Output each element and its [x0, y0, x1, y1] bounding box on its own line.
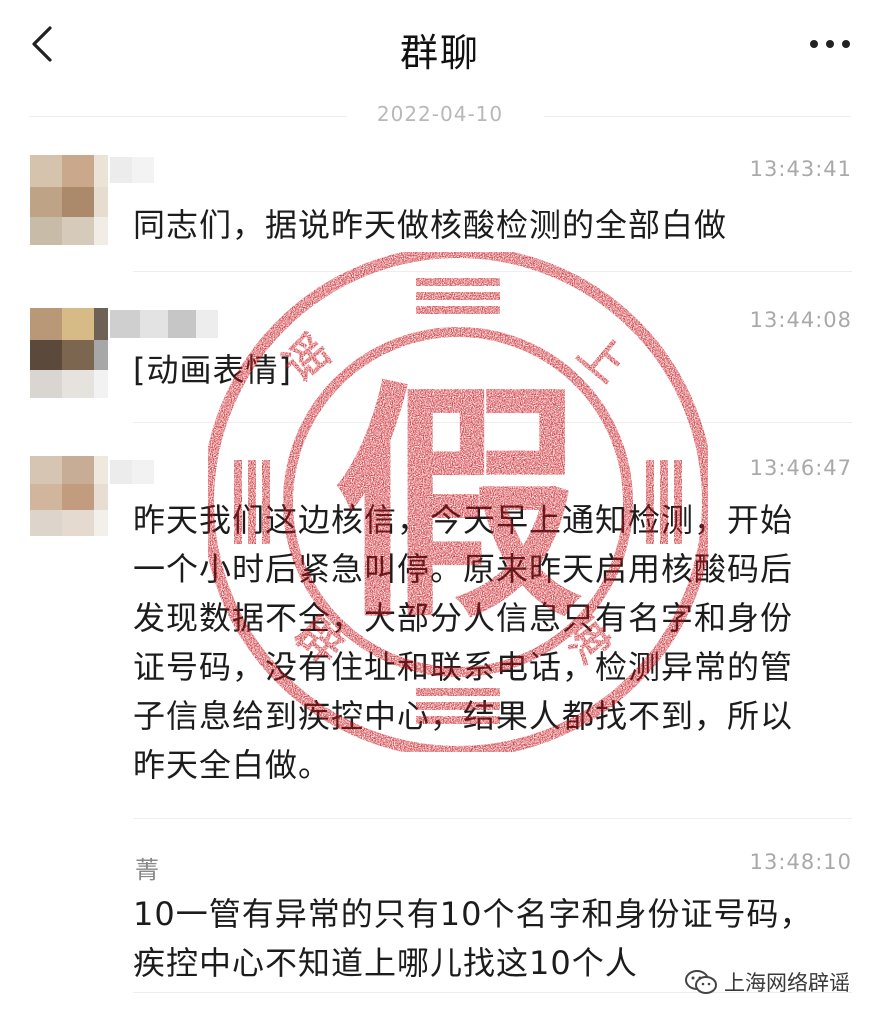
message-item[interactable]: 13:46:47 昨天我们这边核信，今天早上通知检测，开始 一个小时后紧急叫停。… [0, 448, 880, 819]
message-line: 证号码，没有住址和联系电话，检测异常的管 [133, 648, 794, 686]
message-text: 昨天我们这边核信，今天早上通知检测，开始 一个小时后紧急叫停。原来昨天启用核酸码… [133, 496, 848, 790]
avatar[interactable] [30, 308, 108, 398]
watermark-text: 上海网络辟谣 [724, 971, 850, 995]
date-text: 2022-04-10 [376, 102, 504, 126]
message-time: 13:44:08 [749, 308, 852, 332]
message-line: 昨天全白做。 [133, 746, 332, 784]
sender-name-blurred [110, 460, 156, 486]
message-line: 子信息给到疾控中心，结果人都找不到，所以 [133, 697, 794, 735]
sender-name-blurred [110, 157, 156, 183]
date-separator: 2022-04-10 [0, 100, 880, 134]
date-divider-right [544, 116, 850, 117]
page-title: 群聊 [399, 31, 480, 75]
message-text: [动画表情] [133, 351, 292, 389]
message-line: 发现数据不全，大部分人信息只有名字和身份 [133, 599, 794, 637]
message-item[interactable]: 13:43:41 同志们，据说昨天做核酸检测的全部白做 [0, 145, 880, 285]
message-divider [133, 422, 852, 423]
message-time: 13:46:47 [749, 456, 852, 480]
avatar[interactable] [30, 155, 108, 245]
message-text: 同志们，据说昨天做核酸检测的全部白做 [133, 206, 728, 244]
message-line: 10一管有异常的只有10个名字和身份证号码， [133, 895, 813, 933]
sender-name-blurred [110, 310, 220, 338]
more-button[interactable] [808, 34, 852, 54]
message-divider [133, 271, 852, 272]
message-line: 一个小时后紧急叫停。原来昨天启用核酸码后 [133, 550, 794, 588]
sender-name: 菁 [135, 856, 159, 884]
avatar[interactable] [30, 456, 108, 536]
chat-header: 群聊 [0, 0, 880, 95]
message-time: 13:43:41 [749, 157, 852, 181]
message-divider [133, 818, 852, 819]
watermark: 上海网络辟谣 [684, 967, 850, 997]
message-line: 昨天我们这边核信，今天早上通知检测，开始 [133, 501, 794, 539]
wechat-official-icon [685, 970, 717, 994]
message-time: 13:48:10 [749, 850, 852, 874]
more-dots-icon [810, 40, 850, 48]
message-item[interactable]: 13:44:08 [动画表情] [0, 300, 880, 435]
